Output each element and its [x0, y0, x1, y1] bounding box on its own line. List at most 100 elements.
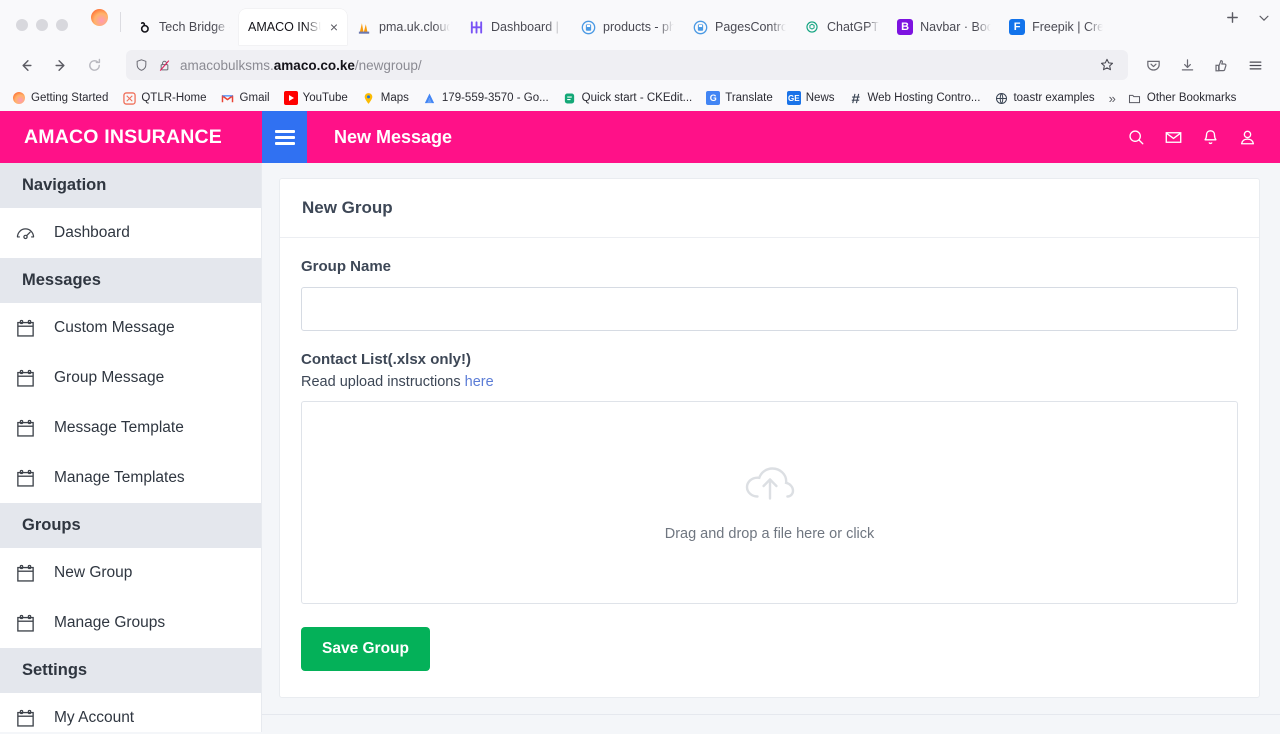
calendar-icon: [14, 613, 36, 634]
url-domain: amaco.co.ke: [273, 57, 355, 73]
hamburger-icon: [274, 127, 295, 148]
other-bookmarks-folder[interactable]: Other Bookmarks: [1122, 89, 1242, 107]
browser-tab[interactable]: Tech Bridge -: [127, 9, 239, 45]
youtube-icon: [283, 91, 298, 105]
bookmark-item[interactable]: Maps: [356, 89, 415, 107]
bookmark-item[interactable]: Getting Started: [6, 89, 114, 107]
bookmark-item[interactable]: GE News: [781, 89, 841, 107]
browser-tab[interactable]: products - ph: [571, 9, 683, 45]
browser-tab[interactable]: pma.uk.cloud: [347, 9, 459, 45]
download-icon[interactable]: [1172, 50, 1202, 80]
bookmarks-overflow-button[interactable]: »: [1103, 91, 1120, 106]
bookmark-label: YouTube: [302, 92, 348, 104]
upload-instructions-link[interactable]: here: [465, 374, 494, 390]
sidebar-toggle-button[interactable]: [262, 111, 307, 163]
bookmark-item[interactable]: G Translate: [700, 89, 779, 107]
browser-toolbar-icons: [1138, 50, 1270, 80]
bookmark-item[interactable]: Web Hosting Contro...: [843, 89, 987, 107]
sidebar-item-manage-templates[interactable]: Manage Templates: [0, 453, 261, 503]
bookmark-item[interactable]: Gmail: [215, 89, 276, 107]
sidebar-section-groups: Groups: [0, 503, 261, 548]
sidebar-item-custom-message[interactable]: Custom Message: [0, 303, 261, 353]
divider: [120, 12, 121, 32]
sidebar-item-manage-groups[interactable]: Manage Groups: [0, 598, 261, 648]
sidebar-item-label: My Account: [54, 709, 135, 726]
new-tab-button[interactable]: [1216, 0, 1248, 45]
user-icon[interactable]: [1232, 122, 1262, 152]
browser-tab[interactable]: F Freepik | Crea: [1000, 9, 1112, 45]
footer: 2021 © AMACO INSURANCE New Message Messa…: [262, 714, 1280, 732]
sidebar-item-label: Custom Message: [54, 319, 175, 336]
page-favicon: [580, 19, 596, 35]
bookmark-item[interactable]: YouTube: [278, 89, 354, 107]
bookmark-label: toastr examples: [1013, 92, 1095, 104]
calendar-icon: [14, 368, 36, 389]
web-page: AMACO INSURANCE New Message Navigation D…: [0, 111, 1280, 732]
folder-icon: [1128, 91, 1142, 105]
bookmark-item[interactable]: QTLR-Home: [116, 89, 212, 107]
close-tab-icon[interactable]: ×: [328, 20, 338, 34]
google-ads-icon: [423, 91, 437, 105]
calendar-icon: [14, 468, 36, 489]
group-name-input[interactable]: [301, 287, 1238, 331]
bookmark-label: 179-559-3570 - Go...: [441, 92, 549, 104]
sidebar-item-my-account[interactable]: My Account: [0, 693, 261, 732]
calendar-icon: [14, 318, 36, 339]
maps-icon: [362, 91, 376, 105]
freepik-favicon: F: [1009, 19, 1026, 35]
upload-instructions-text: Read upload instructions here: [301, 374, 1238, 390]
sidebar-item-label: New Group: [54, 564, 133, 581]
brand-logo[interactable]: AMACO INSURANCE: [0, 111, 262, 163]
url-path: /newgroup/: [354, 57, 422, 73]
window-controls[interactable]: [0, 19, 82, 45]
lock-crossed-icon[interactable]: [157, 58, 172, 73]
phpmyadmin-favicon: [356, 19, 372, 35]
bookmark-label: Web Hosting Contro...: [867, 92, 981, 104]
bookmark-item[interactable]: Quick start - CKEdit...: [557, 89, 699, 107]
search-icon[interactable]: [1121, 122, 1151, 152]
sidebar-item-dashboard[interactable]: Dashboard: [0, 208, 261, 258]
account-icon[interactable]: [1206, 50, 1236, 80]
browser-tab[interactable]: Dashboard | D: [459, 9, 571, 45]
cloud-upload-icon: [741, 463, 799, 510]
close-window-button[interactable]: [16, 19, 28, 31]
chatgpt-favicon: [804, 19, 820, 35]
back-button[interactable]: [10, 50, 42, 80]
sidebar-item-label: Group Message: [54, 369, 165, 386]
tab-title: Dashboard | D: [491, 20, 562, 34]
maximize-window-button[interactable]: [56, 19, 68, 31]
list-all-tabs-button[interactable]: [1248, 0, 1280, 45]
qtlr-icon: [122, 91, 136, 105]
pocket-icon[interactable]: [1138, 50, 1168, 80]
bookmark-item[interactable]: toastr examples: [988, 89, 1100, 107]
bookmark-label: Translate: [725, 92, 773, 104]
file-dropzone[interactable]: Drag and drop a file here or click: [301, 401, 1238, 604]
browser-tab[interactable]: ChatGPT: [795, 9, 888, 45]
star-icon[interactable]: [1094, 52, 1120, 78]
firefox-logo: [82, 0, 116, 45]
browser-tab-active[interactable]: AMACO INSURANCE ×: [239, 9, 347, 45]
bookmarks-bar: Getting Started QTLR-Home Gmail YouTube …: [0, 85, 1280, 111]
save-group-button[interactable]: Save Group: [301, 627, 430, 671]
minimize-window-button[interactable]: [36, 19, 48, 31]
shield-icon[interactable]: [134, 58, 149, 73]
new-group-card: New Group Group Name Contact List(.xlsx …: [279, 178, 1260, 698]
forward-button[interactable]: [44, 50, 76, 80]
address-bar[interactable]: amacobulksms.amaco.co.ke/newgroup/: [126, 50, 1128, 80]
calendar-icon: [14, 418, 36, 439]
browser-tab[interactable]: PagesControll: [683, 9, 795, 45]
app-body: Navigation Dashboard Messages Custom Mes…: [0, 163, 1280, 732]
menu-icon[interactable]: [1240, 50, 1270, 80]
google-translate-icon: G: [706, 91, 721, 105]
sidebar-item-group-message[interactable]: Group Message: [0, 353, 261, 403]
browser-tab[interactable]: B Navbar · Boot: [888, 9, 1000, 45]
contact-list-label: Contact List(.xlsx only!): [301, 351, 472, 368]
bookmark-label: Quick start - CKEdit...: [581, 92, 693, 104]
bookmark-item[interactable]: 179-559-3570 - Go...: [417, 89, 555, 107]
sidebar-item-new-group[interactable]: New Group: [0, 548, 261, 598]
envelope-icon[interactable]: [1158, 122, 1188, 152]
bell-icon[interactable]: [1195, 122, 1225, 152]
tab-title: PagesControll: [715, 20, 786, 34]
sidebar-item-message-template[interactable]: Message Template: [0, 403, 261, 453]
reload-button[interactable]: [78, 50, 110, 80]
